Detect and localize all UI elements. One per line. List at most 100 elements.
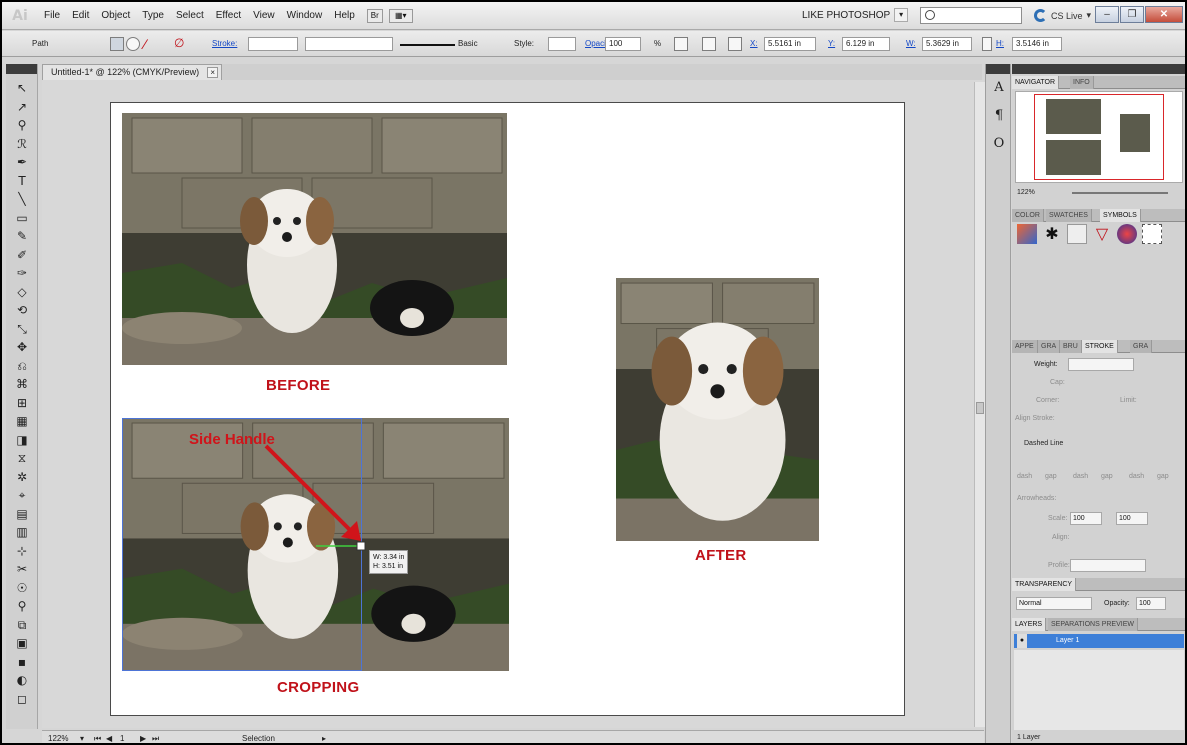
navigator-zoom[interactable]: 122%	[1017, 189, 1035, 196]
h-link[interactable]: H:	[996, 39, 1004, 48]
menu-view[interactable]: View	[247, 10, 281, 21]
variable-width-dropdown[interactable]	[305, 37, 393, 51]
tool-icon[interactable]: ▤	[12, 506, 32, 522]
status-menu-icon[interactable]: ▸	[322, 732, 326, 743]
layer-row[interactable]: ● Layer 1	[1014, 634, 1184, 648]
stroke-link[interactable]: Stroke:	[212, 39, 237, 48]
next-page-icon[interactable]: ▶	[140, 732, 146, 743]
tool-icon[interactable]: ▦	[12, 413, 32, 429]
bridge-icon[interactable]: Br	[366, 8, 383, 23]
close-tab-button[interactable]: ×	[207, 67, 219, 78]
weight-field[interactable]	[1068, 358, 1134, 371]
cs-live-menu[interactable]: CS Live ▾	[1034, 9, 1091, 22]
align-icon[interactable]	[674, 37, 688, 51]
w-field[interactable]: 5.3629 in	[922, 37, 972, 51]
visibility-eye-icon[interactable]: ●	[1017, 634, 1027, 648]
status-mode[interactable]: Selection	[242, 732, 275, 743]
tool-icon[interactable]: ↗	[12, 99, 32, 115]
stroke-weight-field[interactable]	[248, 37, 298, 51]
scale-end-field[interactable]: 100	[1116, 512, 1148, 525]
menu-help[interactable]: Help	[328, 10, 361, 21]
tool-icon[interactable]: ✲	[12, 469, 32, 485]
tool-icon[interactable]: ▪	[12, 654, 32, 670]
brush-definition-label[interactable]: Basic	[458, 39, 478, 48]
tool-icon[interactable]: ◐	[12, 672, 32, 688]
chevron-down-icon[interactable]: ▾	[80, 732, 84, 743]
tab-gradient[interactable]: GRA	[1130, 340, 1153, 353]
tool-icon[interactable]: ⧉	[12, 617, 32, 633]
tool-icon[interactable]: ✒	[12, 154, 32, 170]
minimize-button[interactable]: –	[1095, 6, 1119, 23]
navigator-zoom-slider[interactable]	[1072, 192, 1168, 194]
tool-icon[interactable]: ✂	[12, 561, 32, 577]
restore-button[interactable]: ❐	[1120, 6, 1144, 23]
transparency-opacity-field[interactable]: 100	[1136, 597, 1166, 610]
tool-icon[interactable]: ◨	[12, 432, 32, 448]
graphic-style-dropdown[interactable]	[548, 37, 576, 51]
document-tab[interactable]: Untitled-1* @ 122% (CMYK/Preview) ×	[42, 64, 223, 80]
tool-icon[interactable]: ↖	[12, 80, 32, 96]
constrain-proportions-icon[interactable]	[982, 37, 992, 51]
menu-effect[interactable]: Effect	[210, 10, 247, 21]
panel-grip[interactable]	[986, 64, 1010, 74]
menu-object[interactable]: Object	[95, 10, 136, 21]
symbol-swatch[interactable]	[1117, 224, 1137, 244]
menu-window[interactable]: Window	[281, 10, 329, 21]
y-field[interactable]: 6.129 in	[842, 37, 890, 51]
tool-icon[interactable]: ⌘	[12, 376, 32, 392]
tab-layers[interactable]: LAYERS	[1012, 618, 1047, 631]
vertical-scrollbar[interactable]	[974, 82, 985, 727]
tab-color[interactable]: COLOR	[1012, 209, 1044, 222]
tool-icon[interactable]: ⤡	[12, 321, 32, 337]
tool-icon[interactable]: ⚲	[12, 598, 32, 614]
symbol-swatch[interactable]	[1017, 224, 1037, 244]
y-link[interactable]: Y:	[828, 39, 835, 48]
fill-color-icon[interactable]	[110, 37, 124, 51]
last-page-icon[interactable]: ⏭	[152, 732, 159, 743]
after-photo[interactable]	[616, 278, 819, 541]
tool-icon[interactable]: ⧖	[12, 450, 32, 466]
stroke-color-icon[interactable]: ∅	[174, 36, 184, 50]
tool-icon[interactable]: ✑	[12, 265, 32, 281]
character-panel-icon[interactable]: A	[991, 80, 1007, 98]
reference-point-icon[interactable]	[728, 37, 742, 51]
tool-icon[interactable]: T	[12, 173, 32, 189]
menu-edit[interactable]: Edit	[66, 10, 95, 21]
arrange-documents-icon[interactable]: ▦▾	[388, 8, 413, 23]
tab-separations-preview[interactable]: SEPARATIONS PREVIEW	[1048, 618, 1138, 631]
dashed-line-label[interactable]: Dashed Line	[1024, 440, 1063, 447]
layer-name[interactable]: Layer 1	[1056, 634, 1079, 648]
x-field[interactable]: 5.5161 in	[764, 37, 816, 51]
h-field[interactable]: 3.5146 in	[1012, 37, 1062, 51]
close-window-button[interactable]: ✕	[1145, 6, 1183, 23]
tool-icon[interactable]: ✐	[12, 247, 32, 263]
tab-info[interactable]: INFO	[1070, 76, 1094, 89]
stroke-none-icon[interactable]: ∕	[144, 36, 146, 52]
symbol-swatch[interactable]: ▽	[1092, 224, 1112, 244]
tool-icon[interactable]: ▣	[12, 635, 32, 651]
panel-grip[interactable]	[1012, 64, 1185, 74]
tool-icon[interactable]: ⚲	[12, 117, 32, 133]
tool-icon[interactable]: ▭	[12, 210, 32, 226]
tool-icon[interactable]: ☉	[12, 580, 32, 596]
tool-icon[interactable]: ⌖	[12, 487, 32, 503]
tool-icon[interactable]: ⎌	[12, 358, 32, 374]
tool-icon[interactable]: ╲	[12, 191, 32, 207]
paragraph-panel-icon[interactable]: ¶	[991, 108, 1007, 126]
blend-mode-dropdown[interactable]: Normal	[1016, 597, 1092, 610]
tool-icon[interactable]: ⊹	[12, 543, 32, 559]
navigator-preview[interactable]	[1015, 91, 1183, 183]
tab-brushes[interactable]: BRU	[1060, 340, 1082, 353]
page-number[interactable]: 1	[120, 732, 124, 743]
prev-page-icon[interactable]: ◀	[106, 732, 112, 743]
symbol-swatch[interactable]	[1067, 224, 1087, 244]
panel-grip[interactable]	[6, 64, 37, 74]
tool-icon[interactable]: ▥	[12, 524, 32, 540]
tool-icon[interactable]: ⟲	[12, 302, 32, 318]
tool-icon[interactable]: ◻	[12, 691, 32, 707]
artboard[interactable]: BEFORE Side Handle W: 3.34 in H: 3.51 in…	[110, 102, 905, 716]
symbol-swatch[interactable]	[1142, 224, 1162, 244]
tab-appearance[interactable]: APPE	[1012, 340, 1038, 353]
menu-select[interactable]: Select	[170, 10, 210, 21]
tab-swatches[interactable]: SWATCHES	[1046, 209, 1092, 222]
